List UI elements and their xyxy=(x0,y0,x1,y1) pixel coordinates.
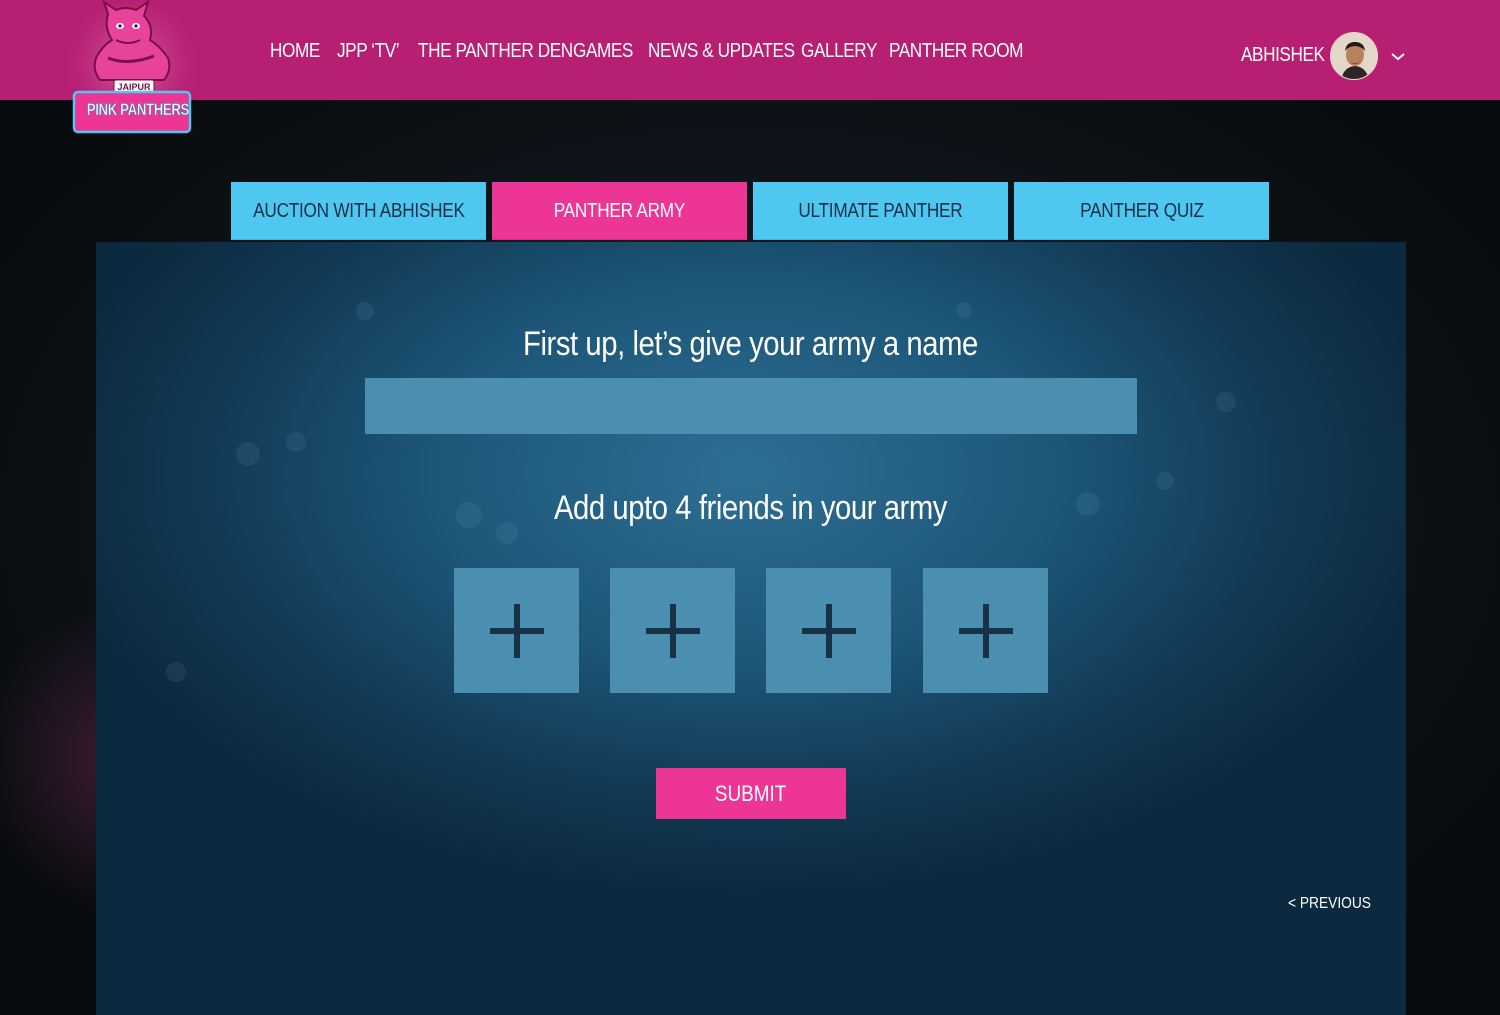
plus-icon xyxy=(490,604,544,658)
add-friend-button[interactable] xyxy=(923,568,1048,693)
plus-icon xyxy=(959,604,1013,658)
add-friend-button[interactable] xyxy=(454,568,579,693)
army-name-input[interactable] xyxy=(365,378,1137,434)
top-header: HOME JPP ‘TV’ THE PANTHER DEN GAMES NEWS… xyxy=(0,0,1500,100)
tab-label: PANTHER ARMY xyxy=(553,199,686,222)
nav-the-panther-den[interactable]: THE PANTHER DEN xyxy=(418,40,573,63)
plus-icon xyxy=(646,604,700,658)
nav-news-updates[interactable]: NEWS & UPDATES xyxy=(648,40,795,63)
jaipur-pink-panthers-logo[interactable]: JAIPUR PINK PANTHERS xyxy=(64,0,200,140)
nav-panther-room[interactable]: PANTHER ROOM xyxy=(889,40,1023,63)
nav-home[interactable]: HOME xyxy=(270,40,320,63)
tab-panther-quiz[interactable]: PANTHER QUIZ xyxy=(1014,182,1269,240)
tab-panther-army[interactable]: PANTHER ARMY xyxy=(492,182,747,240)
add-friends-heading: Add upto 4 friends in your army xyxy=(553,489,947,527)
tab-label: ULTIMATE PANTHER xyxy=(798,199,963,222)
tab-label: PANTHER QUIZ xyxy=(1079,199,1204,222)
add-friend-button[interactable] xyxy=(610,568,735,693)
bokeh-decoration xyxy=(956,302,972,318)
bokeh-decoration xyxy=(286,432,306,452)
nav-games[interactable]: GAMES xyxy=(573,40,633,63)
bokeh-decoration xyxy=(236,442,260,466)
submit-button[interactable]: SUBMIT xyxy=(656,768,846,819)
tab-label: AUCTION WITH ABHISHEK xyxy=(252,199,465,222)
nav-gallery[interactable]: GALLERY xyxy=(801,40,877,63)
avatar[interactable] xyxy=(1330,32,1378,80)
bokeh-decoration xyxy=(1156,472,1174,490)
logo-main-text: PINK PANTHERS xyxy=(86,100,190,120)
tab-ultimate-panther[interactable]: ULTIMATE PANTHER xyxy=(753,182,1008,240)
chevron-down-icon[interactable] xyxy=(1390,48,1406,64)
bokeh-decoration xyxy=(356,302,374,320)
plus-icon xyxy=(802,604,856,658)
army-name-heading: First up, let’s give your army a name xyxy=(522,325,978,363)
bokeh-decoration xyxy=(166,662,186,682)
avatar-image xyxy=(1331,33,1377,79)
bokeh-decoration xyxy=(1216,392,1236,412)
logo-top-text: JAIPUR xyxy=(117,82,151,92)
tab-auction-with-abhishek[interactable]: AUCTION WITH ABHISHEK xyxy=(231,182,486,240)
add-friend-button[interactable] xyxy=(766,568,891,693)
nav-jpp-tv[interactable]: JPP ‘TV’ xyxy=(337,40,400,63)
user-name[interactable]: ABHISHEK xyxy=(1241,44,1325,67)
previous-link[interactable]: < PREVIOUS xyxy=(1288,895,1371,913)
